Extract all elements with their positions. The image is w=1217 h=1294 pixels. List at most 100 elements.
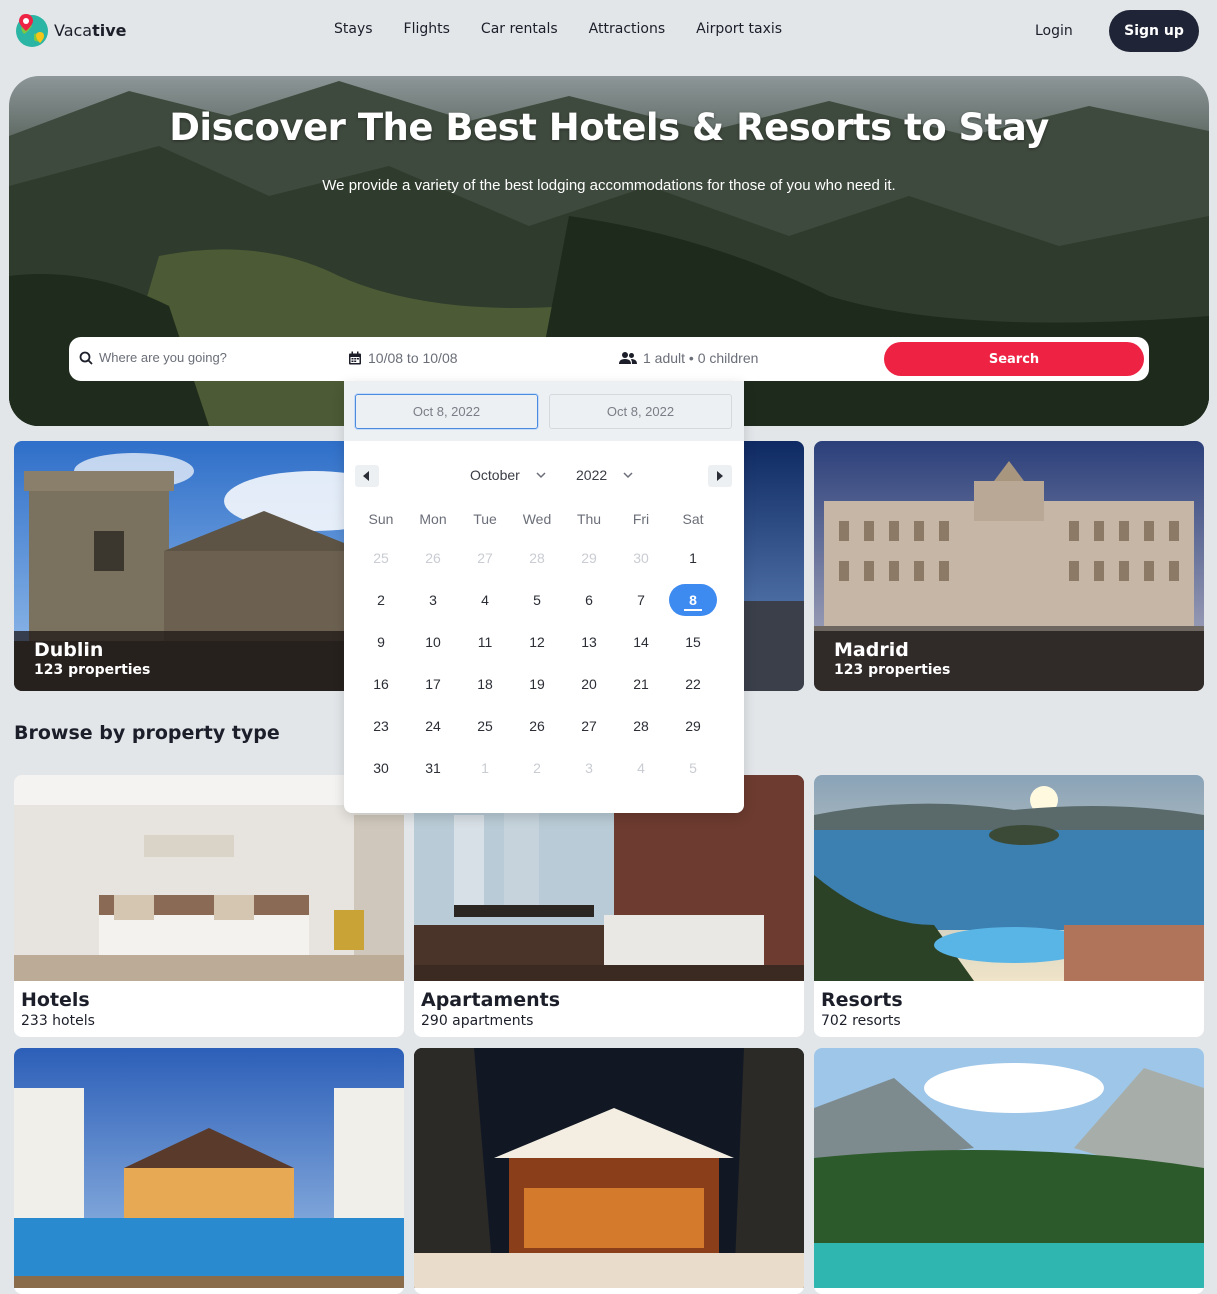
search-bar: Where are you going? 10/08 to 10/08 1 ad… (69, 337, 1149, 381)
calendar-day[interactable]: 17 (409, 668, 457, 700)
property-card-lodges[interactable] (814, 1048, 1204, 1294)
calendar-day-outside-month[interactable]: 27 (461, 542, 509, 574)
weekday-label: Tue (473, 511, 497, 527)
calendar-day-outside-month[interactable]: 2 (513, 752, 561, 784)
calendar-day[interactable]: 15 (669, 626, 717, 658)
calendar-day[interactable]: 21 (617, 668, 665, 700)
city-property-count: 123 properties (34, 662, 151, 678)
calendar-day[interactable]: 12 (513, 626, 561, 658)
start-date-input[interactable]: Oct 8, 2022 (355, 394, 538, 429)
property-type-count: 233 hotels (21, 1013, 95, 1029)
calendar-day[interactable]: 16 (357, 668, 405, 700)
nav-links: Stays Flights Car rentals Attractions Ai… (334, 21, 813, 37)
city-card-madrid[interactable]: Madrid 123 properties (814, 441, 1204, 691)
nav-link-attractions[interactable]: Attractions (589, 21, 665, 37)
property-card-resorts[interactable]: Resorts 702 resorts (814, 775, 1204, 1037)
calendar-day-outside-month[interactable]: 5 (669, 752, 717, 784)
calendar-day[interactable]: 5 (513, 584, 561, 616)
search-button[interactable]: Search (884, 342, 1144, 376)
month-select[interactable]: October (470, 467, 546, 483)
calendar-day-outside-month[interactable]: 29 (565, 542, 613, 574)
login-link[interactable]: Login (1035, 23, 1073, 39)
property-card-villas[interactable] (14, 1048, 404, 1294)
calendar-day[interactable]: 18 (461, 668, 509, 700)
city-info: Madrid 123 properties (814, 631, 1204, 691)
nav-link-stays[interactable]: Stays (334, 21, 373, 37)
weekday-label: Sun (368, 511, 394, 527)
calendar-day[interactable]: 22 (669, 668, 717, 700)
calendar-day[interactable]: 20 (565, 668, 613, 700)
brand-name: Vacative (54, 20, 127, 40)
property-type-count: 290 apartments (421, 1013, 534, 1029)
calendar-day[interactable]: 24 (409, 710, 457, 742)
calendar-day[interactable]: 1 (669, 542, 717, 574)
property-card-body: Resorts 702 resorts (814, 981, 1204, 1037)
calendar-day[interactable]: 11 (461, 626, 509, 658)
calendar-day[interactable]: 7 (617, 584, 665, 616)
month-value: October (470, 467, 520, 483)
calendar-day[interactable]: 28 (617, 710, 665, 742)
prev-month-button[interactable] (355, 465, 379, 487)
guests-field[interactable]: 1 adult • 0 children (619, 350, 758, 366)
signup-button[interactable]: Sign up (1109, 10, 1199, 52)
calendar-day[interactable]: 14 (617, 626, 665, 658)
calendar-day[interactable]: 6 (565, 584, 613, 616)
destination-field[interactable]: Where are you going? (79, 350, 227, 365)
chevron-down-icon (536, 471, 546, 478)
brand-logo[interactable]: Vacative (14, 12, 127, 48)
calendar-day-outside-month[interactable]: 4 (617, 752, 665, 784)
calendar-day[interactable]: 26 (513, 710, 561, 742)
calendar-day-outside-month[interactable]: 1 (461, 752, 509, 784)
dates-value: 10/08 to 10/08 (368, 350, 458, 366)
calendar-day[interactable]: 4 (461, 584, 509, 616)
weekday-label: Sat (682, 511, 704, 527)
year-select[interactable]: 2022 (576, 467, 633, 483)
calendar-day[interactable]: 31 (409, 752, 457, 784)
date-range-inputs: Oct 8, 2022 Oct 8, 2022 (344, 381, 744, 441)
next-month-button[interactable] (708, 465, 732, 487)
calendar-day-selected[interactable]: 8 (669, 584, 717, 616)
calendar-day-outside-month[interactable]: 30 (617, 542, 665, 574)
weekday-label: Wed (522, 511, 552, 527)
guests-value: 1 adult • 0 children (643, 350, 759, 366)
weekday-label: Mon (419, 511, 447, 527)
caret-right-icon (717, 471, 723, 481)
property-card-body: Apartaments 290 apartments (414, 981, 804, 1037)
end-date-input[interactable]: Oct 8, 2022 (549, 394, 732, 429)
calendar-day[interactable]: 9 (357, 626, 405, 658)
calendar-day[interactable]: 25 (461, 710, 509, 742)
users-icon (619, 352, 637, 364)
calendar-day[interactable]: 13 (565, 626, 613, 658)
calendar-day-outside-month[interactable]: 26 (409, 542, 457, 574)
property-card-apartments[interactable]: Apartaments 290 apartments (414, 775, 804, 1037)
property-type-count: 702 resorts (821, 1013, 901, 1029)
calendar-day[interactable]: 10 (409, 626, 457, 658)
calendar-day[interactable]: 19 (513, 668, 561, 700)
calendar-day-outside-month[interactable]: 25 (357, 542, 405, 574)
top-navigation: Vacative Stays Flights Car rentals Attra… (0, 0, 1217, 62)
caret-left-icon (363, 471, 369, 481)
resort-lake-image (814, 775, 1204, 981)
calendar-day[interactable]: 30 (357, 752, 405, 784)
dates-field[interactable]: 10/08 to 10/08 (348, 350, 458, 366)
calendar-day[interactable]: 23 (357, 710, 405, 742)
calendar-day[interactable]: 29 (669, 710, 717, 742)
date-picker-popup: Oct 8, 2022 Oct 8, 2022 October 2022 Sun… (344, 381, 744, 813)
hero-title: Discover The Best Hotels & Resorts to St… (169, 106, 1049, 149)
calendar-icon (349, 351, 361, 365)
villa-pool-image (14, 1048, 404, 1288)
calendar-day[interactable]: 3 (409, 584, 457, 616)
nav-link-airport-taxis[interactable]: Airport taxis (696, 21, 782, 37)
calendar-day-outside-month[interactable]: 3 (565, 752, 613, 784)
property-type-name: Hotels (21, 989, 90, 1011)
city-property-count: 123 properties (834, 662, 951, 678)
destination-placeholder: Where are you going? (99, 350, 227, 365)
property-card-hotels[interactable]: Hotels 233 hotels (14, 775, 404, 1037)
calendar-day-outside-month[interactable]: 28 (513, 542, 561, 574)
property-card-cabins[interactable] (414, 1048, 804, 1294)
nav-link-flights[interactable]: Flights (404, 21, 450, 37)
year-value: 2022 (576, 467, 608, 483)
nav-link-car-rentals[interactable]: Car rentals (481, 21, 558, 37)
calendar-day[interactable]: 27 (565, 710, 613, 742)
calendar-day[interactable]: 2 (357, 584, 405, 616)
